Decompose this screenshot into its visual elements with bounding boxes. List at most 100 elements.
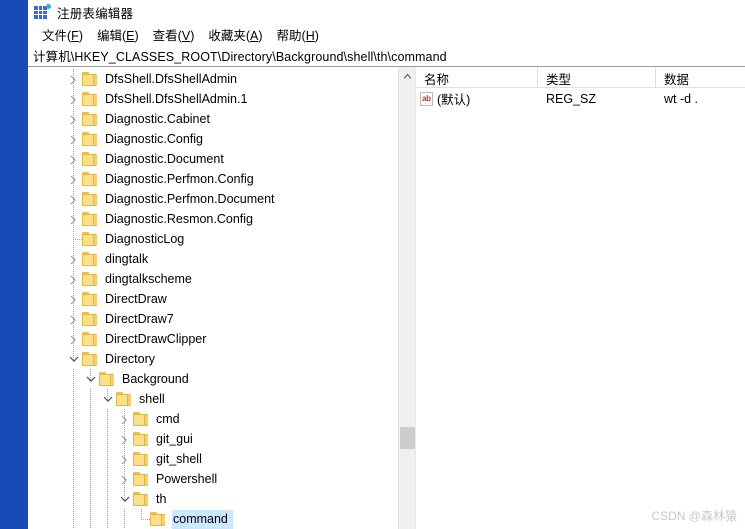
chevron-right-icon[interactable] bbox=[66, 149, 82, 169]
tree-item-label: dingtalk bbox=[105, 251, 149, 266]
tree-item-dingtalkscheme[interactable]: dingtalkscheme bbox=[28, 269, 415, 289]
folder-icon bbox=[82, 332, 99, 346]
value-name-text: (默认) bbox=[437, 93, 471, 107]
folder-icon bbox=[82, 192, 99, 206]
tree-guide-line bbox=[124, 509, 125, 529]
title-bar: 注册表编辑器 bbox=[28, 0, 745, 24]
values-column-headers: 名称 类型 数据 bbox=[416, 67, 745, 88]
tree-guide-line bbox=[73, 509, 74, 529]
folder-icon bbox=[82, 152, 99, 166]
tree-item-directdraw7[interactable]: DirectDraw7 bbox=[28, 309, 415, 329]
tree-guide-line bbox=[107, 449, 108, 469]
menu-view[interactable]: 查看(V) bbox=[146, 24, 202, 45]
folder-icon bbox=[82, 132, 99, 146]
scrollbar-up-arrow-icon[interactable] bbox=[399, 67, 415, 84]
tree-item-diagnostic-perfmon-config[interactable]: Diagnostic.Perfmon.Config bbox=[28, 169, 415, 189]
tree-item-diagnostic-document[interactable]: Diagnostic.Document bbox=[28, 149, 415, 169]
tree-indent-spacer bbox=[28, 129, 66, 149]
chevron-right-icon[interactable] bbox=[117, 469, 133, 489]
chevron-right-icon[interactable] bbox=[66, 269, 82, 289]
chevron-right-icon[interactable] bbox=[66, 309, 82, 329]
tree-item-background[interactable]: Background bbox=[28, 369, 415, 389]
menu-edit[interactable]: 编辑(E) bbox=[90, 24, 146, 45]
tree-indent-spacer bbox=[28, 369, 83, 389]
menu-help[interactable]: 帮助(H) bbox=[270, 24, 326, 45]
registry-tree-pane: DfsShell.DfsShellAdmin DfsShell.DfsShellA… bbox=[28, 67, 416, 529]
chevron-right-icon[interactable] bbox=[66, 69, 82, 89]
tree-vertical-scrollbar[interactable] bbox=[398, 67, 415, 529]
tree-item-command[interactable]: command bbox=[28, 509, 415, 529]
tree-guide-line bbox=[107, 509, 108, 529]
tree-item-label: git_gui bbox=[156, 431, 193, 446]
tree-item-diagnostic-cabinet[interactable]: Diagnostic.Cabinet bbox=[28, 109, 415, 129]
chevron-right-icon[interactable] bbox=[66, 249, 82, 269]
column-header-name[interactable]: 名称 bbox=[416, 67, 538, 87]
tree-guide-line bbox=[90, 389, 91, 409]
tree-indent-spacer bbox=[28, 349, 66, 369]
tree-indent-spacer bbox=[28, 249, 66, 269]
tree-item-label: DfsShell.DfsShellAdmin.1 bbox=[105, 91, 248, 106]
table-row[interactable]: ab (默认) REG_SZ wt -d . bbox=[416, 88, 745, 109]
tree-item-label: command bbox=[172, 509, 233, 529]
tree-item-shell[interactable]: shell bbox=[28, 389, 415, 409]
chevron-right-icon[interactable] bbox=[66, 89, 82, 109]
tree-indent-spacer bbox=[28, 189, 66, 209]
tree-item-diagnostic-config[interactable]: Diagnostic.Config bbox=[28, 129, 415, 149]
folder-icon bbox=[82, 172, 99, 186]
chevron-down-icon[interactable] bbox=[117, 489, 133, 509]
tree-indent-spacer bbox=[28, 209, 66, 229]
tree-item-label: Diagnostic.Resmon.Config bbox=[105, 211, 253, 226]
tree-item-git-shell[interactable]: git_shell bbox=[28, 449, 415, 469]
tree-item-diagnosticlog[interactable]: DiagnosticLog bbox=[28, 229, 415, 249]
tree-item-label: DirectDraw bbox=[105, 291, 167, 306]
tree-item-label: DfsShell.DfsShellAdmin bbox=[105, 71, 237, 86]
tree-item-dfsshell-dfsshelladmin[interactable]: DfsShell.DfsShellAdmin bbox=[28, 69, 415, 89]
tree-item-cmd[interactable]: cmd bbox=[28, 409, 415, 429]
chevron-right-icon[interactable] bbox=[66, 189, 82, 209]
tree-guide-line bbox=[73, 489, 74, 509]
chevron-right-icon[interactable] bbox=[117, 449, 133, 469]
desktop-background bbox=[0, 0, 28, 529]
chevron-right-icon[interactable] bbox=[66, 109, 82, 129]
tree-item-powershell[interactable]: Powershell bbox=[28, 469, 415, 489]
scrollbar-thumb[interactable] bbox=[400, 427, 415, 449]
tree-item-git-gui[interactable]: git_gui bbox=[28, 429, 415, 449]
chevron-right-icon[interactable] bbox=[66, 169, 82, 189]
menu-bar: 文件(F) 编辑(E) 查看(V) 收藏夹(A) 帮助(H) bbox=[28, 24, 745, 45]
address-bar[interactable]: 计算机\HKEY_CLASSES_ROOT\Directory\Backgrou… bbox=[28, 45, 745, 66]
tree-item-directory[interactable]: Directory bbox=[28, 349, 415, 369]
chevron-right-icon[interactable] bbox=[117, 429, 133, 449]
chevron-right-icon[interactable] bbox=[117, 409, 133, 429]
column-header-data[interactable]: 数据 bbox=[656, 67, 745, 87]
tree-item-dingtalk[interactable]: dingtalk bbox=[28, 249, 415, 269]
chevron-down-icon[interactable] bbox=[83, 369, 99, 389]
tree-item-label: git_shell bbox=[156, 451, 202, 466]
folder-icon bbox=[133, 472, 150, 486]
folder-icon bbox=[82, 312, 99, 326]
menu-file[interactable]: 文件(F) bbox=[35, 24, 90, 45]
chevron-right-icon[interactable] bbox=[66, 289, 82, 309]
chevron-right-icon[interactable] bbox=[66, 129, 82, 149]
chevron-right-icon[interactable] bbox=[66, 209, 82, 229]
tree-item-diagnostic-resmon-config[interactable]: Diagnostic.Resmon.Config bbox=[28, 209, 415, 229]
chevron-down-icon[interactable] bbox=[66, 349, 82, 369]
tree-item-th[interactable]: th bbox=[28, 489, 415, 509]
folder-icon bbox=[99, 372, 116, 386]
chevron-down-icon[interactable] bbox=[100, 389, 116, 409]
scrollbar-down-arrow-icon[interactable] bbox=[399, 512, 415, 529]
tree-indent-spacer bbox=[28, 149, 66, 169]
chevron-right-icon[interactable] bbox=[66, 329, 82, 349]
tree-item-diagnostic-perfmon-document[interactable]: Diagnostic.Perfmon.Document bbox=[28, 189, 415, 209]
registry-values-pane: 名称 类型 数据 ab (默认) REG_SZ wt -d . bbox=[416, 67, 745, 529]
menu-favorites[interactable]: 收藏夹(A) bbox=[201, 24, 269, 45]
folder-icon bbox=[82, 112, 99, 126]
tree-item-dfsshell-dfsshelladmin-1[interactable]: DfsShell.DfsShellAdmin.1 bbox=[28, 89, 415, 109]
tree-item-label: cmd bbox=[156, 411, 180, 426]
tree-guide-line bbox=[73, 449, 74, 469]
folder-icon bbox=[82, 292, 99, 306]
tree-item-directdrawclipper[interactable]: DirectDrawClipper bbox=[28, 329, 415, 349]
tree-guide-line bbox=[90, 489, 91, 509]
tree-indent-spacer bbox=[28, 269, 66, 289]
column-header-type[interactable]: 类型 bbox=[538, 67, 656, 87]
tree-item-directdraw[interactable]: DirectDraw bbox=[28, 289, 415, 309]
